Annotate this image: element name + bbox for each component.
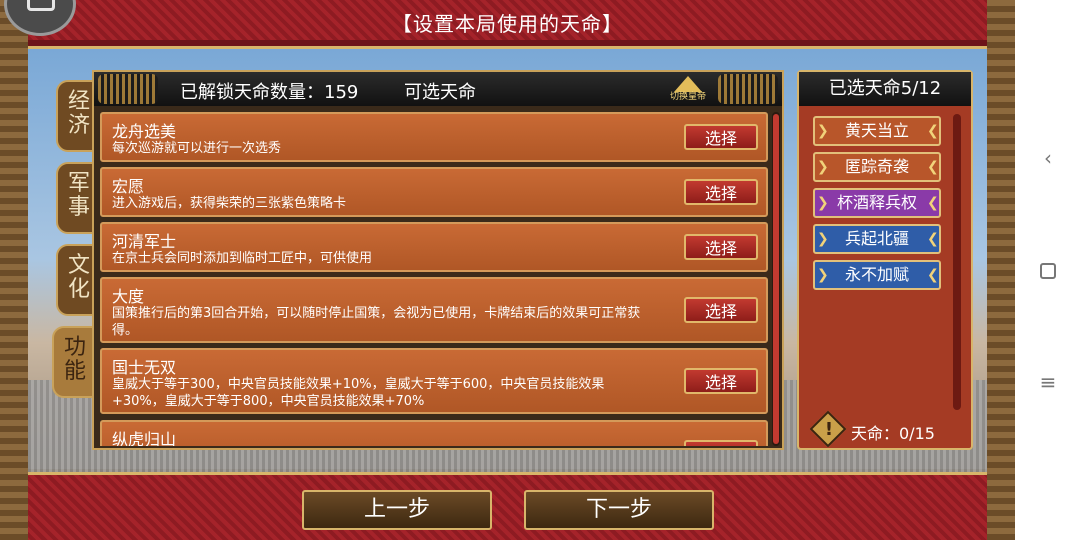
exclamation-icon: ! [824,419,834,440]
unlocked-count: 已解锁天命数量：159 [180,82,359,103]
destiny-list[interactable]: 龙舟选美 每次巡游就可以进行一次选秀 选择 宏愿 进入游戏后，获得柴荣的三张紫色… [100,112,770,446]
item-description: 进入游戏后，获得柴荣的三张紫色策略卡 [112,196,347,211]
title-banner: 【设置本局使用的天命】 [28,0,987,49]
system-home-icon[interactable] [1038,262,1058,282]
select-button[interactable]: 选择 [684,234,758,260]
item-description: 在京士兵会同时添加到临时工匠中，可供使用 [112,251,373,266]
list-item: 河清军士 在京士兵会同时添加到临时工匠中，可供使用 选择 [100,222,768,272]
chevron-left-icon: ❮ [927,123,939,139]
select-button[interactable]: 选择 [684,297,758,323]
selected-item-label: 匿踪奇袭 [844,157,909,176]
page-title: 【设置本局使用的天命】 [392,12,623,36]
selected-scrollbar[interactable] [953,114,961,410]
system-back-icon[interactable]: ‹ [1038,148,1058,168]
right-frame-border [987,0,1015,540]
selected-item[interactable]: ❯ 永不加赋 ❮ [813,260,941,290]
available-label: 可选天命 [404,82,476,103]
switch-emperor-button[interactable]: 切换皇帝 [664,74,712,104]
chevron-left-icon: ❮ [927,267,939,283]
footer-banner [28,472,987,540]
prev-step-button[interactable]: 上一步 [302,490,492,530]
chevron-right-icon: ❯ [817,231,829,247]
item-name: 龙舟选美 [112,122,177,141]
selected-item[interactable]: ❯ 杯酒释兵权 ❮ [813,188,941,218]
selected-header: 已选天命5/12 [799,72,971,106]
item-name: 纵虎归山 [112,430,177,446]
chevron-right-icon: ❯ [817,195,829,211]
list-scrollbar-thumb[interactable] [773,114,779,444]
selected-item-label: 永不加赋 [844,265,909,284]
item-description: 皇威大于等于300，中央官员技能效果+10%，皇威大于等于600，中央官员技能效… [112,377,605,409]
next-step-button[interactable]: 下一步 [524,490,714,530]
select-button[interactable]: 选择 [684,179,758,205]
chevron-right-icon: ❯ [817,267,829,283]
dragon-ornament-left-icon [98,74,158,104]
chevron-left-icon: ❮ [927,231,939,247]
home-square-icon [1040,263,1056,279]
chevron-right-icon: ❯ [817,159,829,175]
selected-item[interactable]: ❯ 匿踪奇袭 ❮ [813,152,941,182]
dragon-ornament-right-icon [718,74,778,104]
destiny-list-panel: 已解锁天命数量：159 可选天命 切换皇帝 龙舟选美 每次巡游就可以进行一次选秀… [92,70,784,450]
item-name: 大度 [112,287,145,306]
switch-emperor-label: 切换皇帝 [669,92,706,102]
selected-destiny-panel: 已选天命5/12 ❯ 黄天当立 ❮ ❯ 匿踪奇袭 ❮ ❯ 杯酒释兵权 ❮ ❯ 兵… [797,70,973,450]
game-screen: 【设置本局使用的天命】 经济 军事 文化 功能 已解锁天命数量：159 可选天命… [0,0,1015,540]
item-description: 国策推行后的第3回合开始，可以随时停止国策，会视为已使用，卡牌结束后的效果可正常… [112,306,641,338]
system-menu-icon[interactable]: ≡ [1038,372,1058,392]
left-frame-border [0,0,28,540]
selected-item-label: 杯酒释兵权 [836,193,917,212]
tab-function-label: 功能 [63,335,86,384]
selected-item[interactable]: ❯ 黄天当立 ❮ [813,116,941,146]
list-item: 大度 国策推行后的第3回合开始，可以随时停止国策，会视为已使用，卡牌结束后的效果… [100,277,768,343]
item-description: 每次巡游就可以进行一次选秀 [112,141,282,156]
list-item: 宏愿 进入游戏后，获得柴荣的三张紫色策略卡 选择 [100,167,768,217]
selected-item-label: 兵起北疆 [844,229,909,248]
item-name: 国士无双 [112,358,177,377]
select-button[interactable]: 选择 [684,124,758,150]
item-name: 宏愿 [112,177,145,196]
chevron-left-icon: ❮ [927,195,939,211]
panel-header: 已解锁天命数量：159 可选天命 切换皇帝 [94,72,782,106]
selected-item[interactable]: ❯ 兵起北疆 ❮ [813,224,941,254]
list-item: 纵虎归山 选择 [100,420,768,446]
treasure-icon [674,76,702,92]
avatar-icon [27,0,55,11]
item-name: 河清军士 [112,232,177,251]
selected-item-label: 黄天当立 [844,121,909,140]
chevron-right-icon: ❯ [817,123,829,139]
list-item: 国士无双 皇威大于等于300，中央官员技能效果+10%，皇威大于等于600，中央… [100,348,768,414]
list-item: 龙舟选美 每次巡游就可以进行一次选秀 选择 [100,112,768,162]
chevron-left-icon: ❮ [927,159,939,175]
select-button[interactable]: 选择 [684,368,758,394]
destiny-count: 天命：0/15 [851,424,935,443]
select-button[interactable]: 选择 [684,440,758,446]
